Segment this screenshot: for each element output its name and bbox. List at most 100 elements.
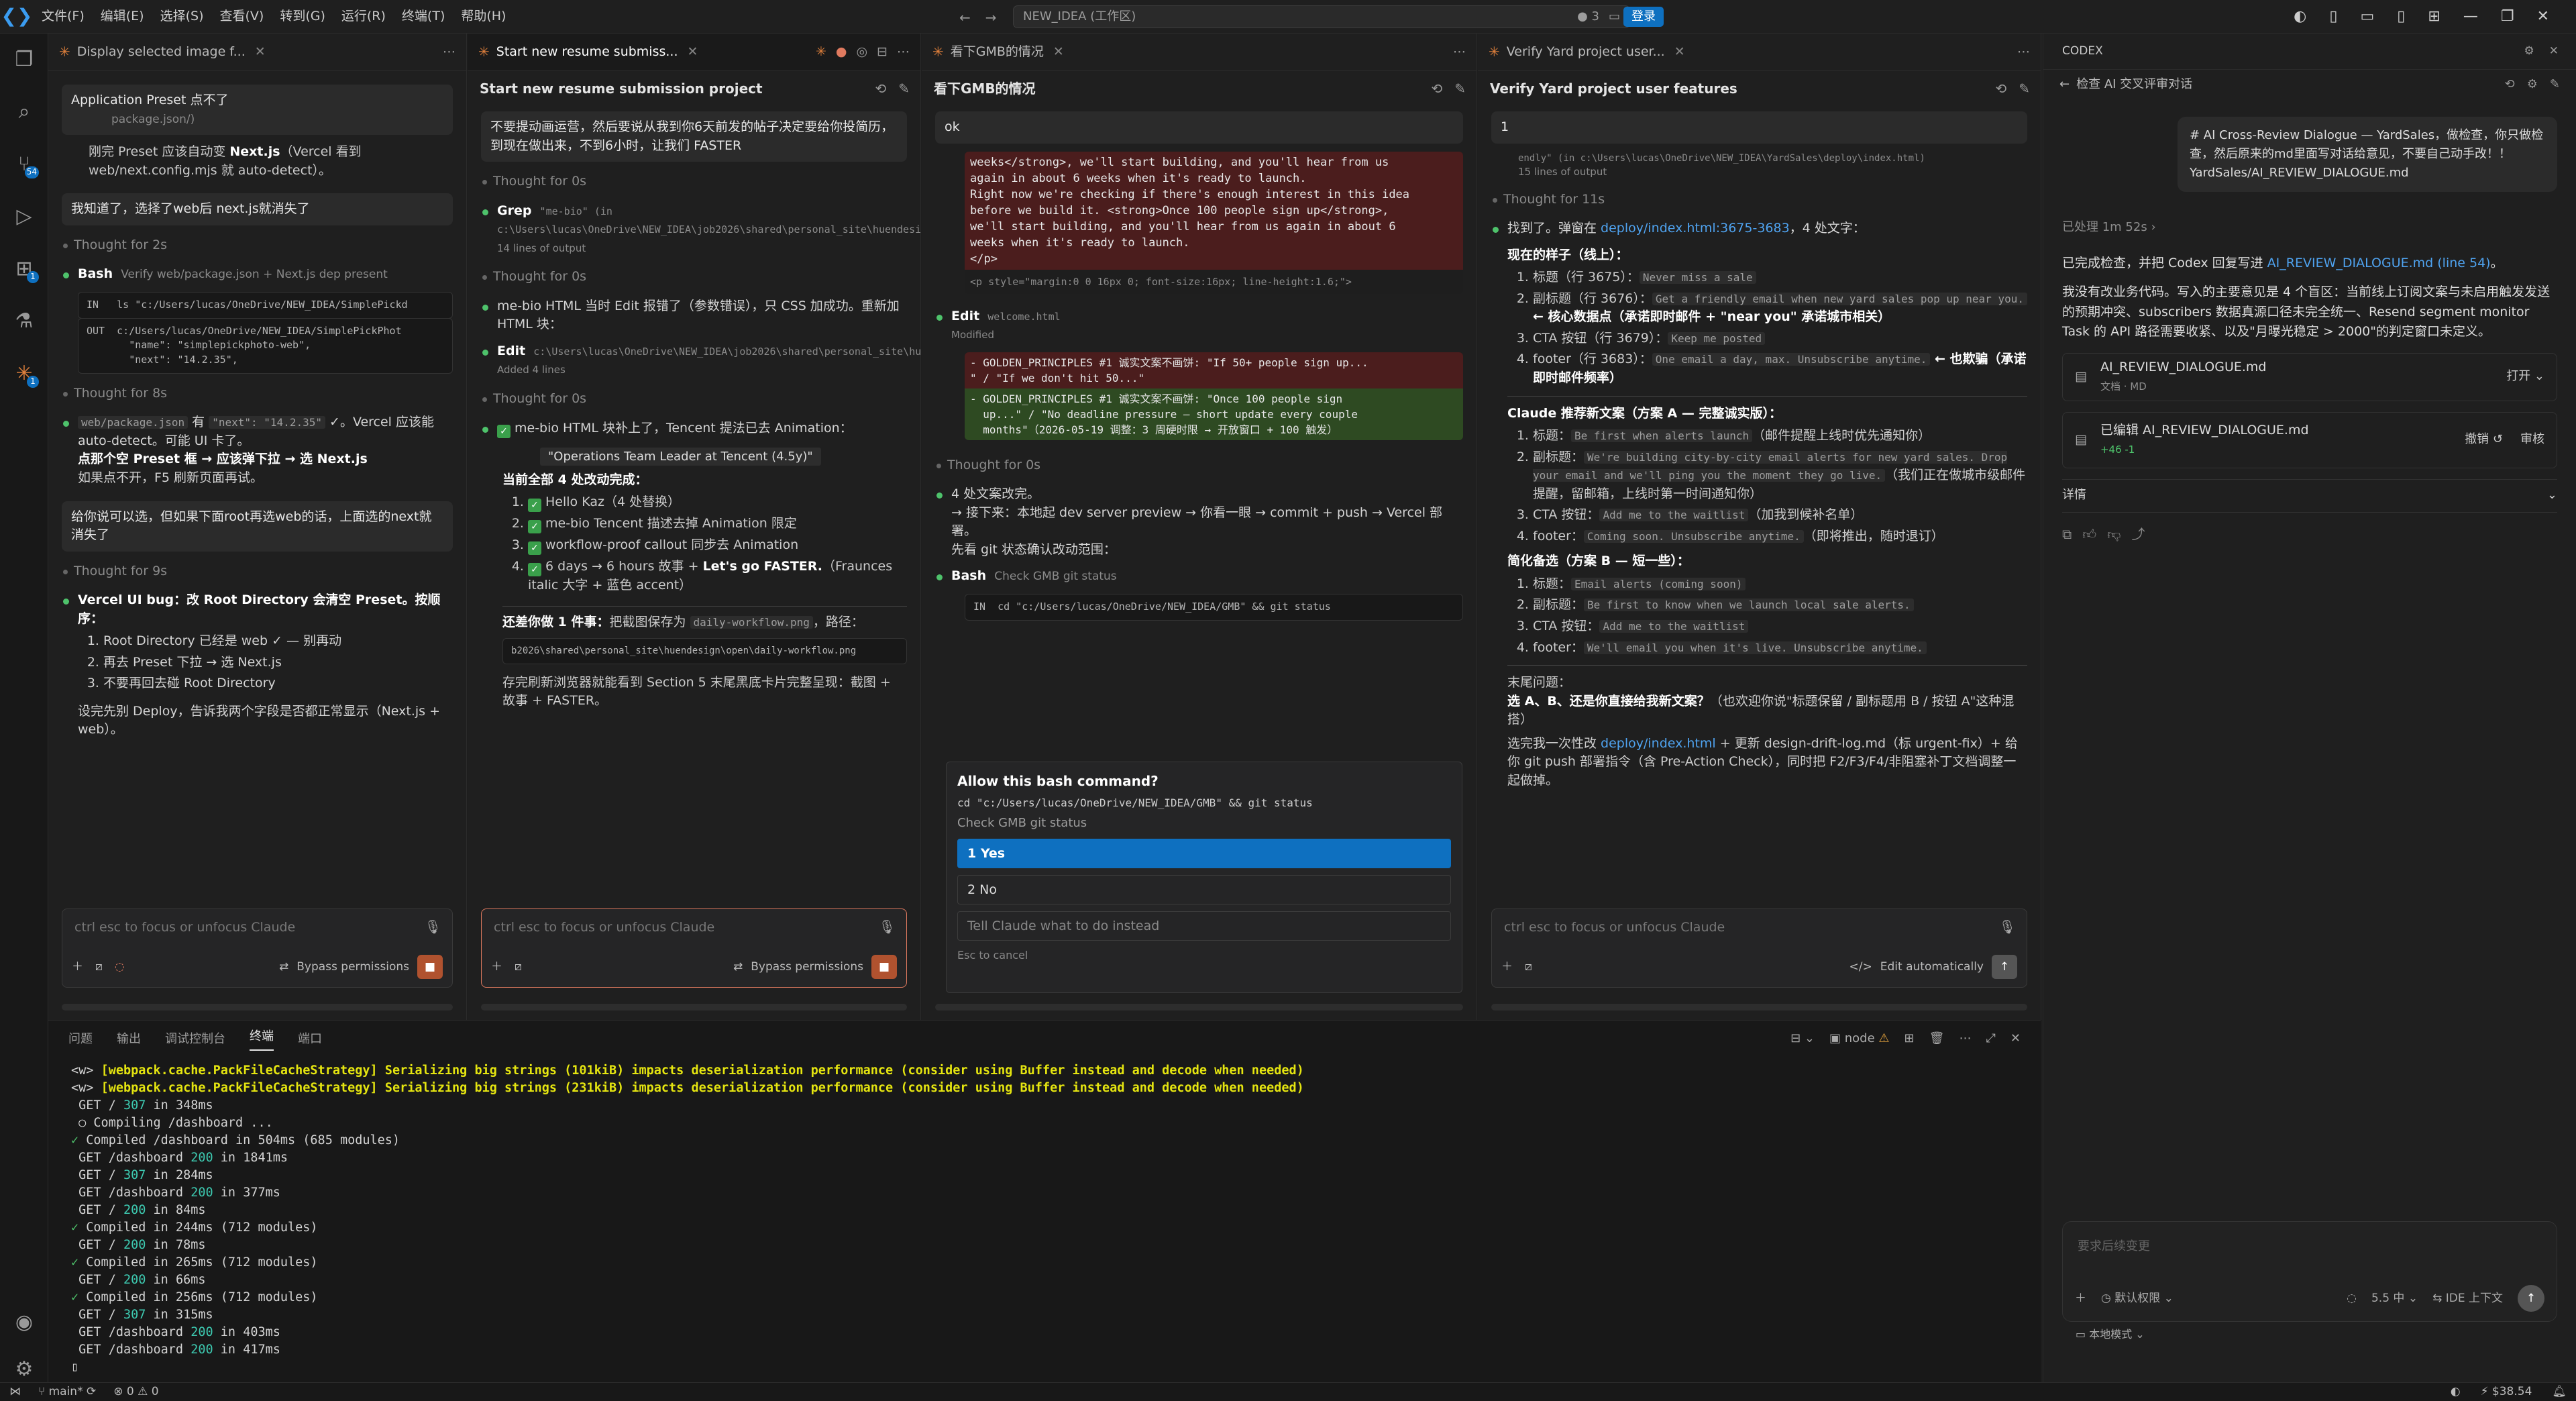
copilot-icon[interactable]: ◐ xyxy=(2294,6,2306,28)
chat-input[interactable]: ctrl esc to focus or unfocus Claude 🎙 ＋ … xyxy=(62,909,453,988)
tab-debug-console[interactable]: 调试控制台 xyxy=(165,1031,225,1048)
thought-indicator[interactable]: Thought for 8s xyxy=(63,384,453,403)
grep-step[interactable]: Grep "me-bio" (in c:\Users\lucas\OneDriv… xyxy=(481,202,920,258)
history-icon[interactable]: ⟲ xyxy=(875,79,886,99)
claude-icon[interactable]: ✳ xyxy=(816,43,826,62)
tab-display-image[interactable]: ✳ Display selected image f... ✕ ⋯ xyxy=(48,34,466,71)
menu-help[interactable]: 帮助(H) xyxy=(453,7,514,26)
microphone-icon[interactable]: 🎙 xyxy=(425,917,441,937)
globe-icon[interactable]: ◎ xyxy=(856,43,867,62)
stop-button[interactable]: ■ xyxy=(871,955,897,979)
edit-automatically-label[interactable]: Edit automatically xyxy=(1880,959,1984,976)
tab-terminal[interactable]: 终端 xyxy=(250,1028,274,1051)
bypass-permissions-label[interactable]: Bypass permissions xyxy=(751,959,863,976)
new-chat-icon[interactable]: ✎ xyxy=(898,79,910,99)
chat-icon[interactable]: ▭ xyxy=(1609,8,1620,25)
share-icon[interactable]: ⤴ xyxy=(2132,525,2145,544)
history-icon[interactable]: ⟲ xyxy=(1431,79,1442,99)
horizontal-scrollbar[interactable] xyxy=(1491,1004,2027,1010)
thought-indicator[interactable]: Thought for 0s xyxy=(482,268,907,287)
ide-context-toggle[interactable]: ⇆ IDE 上下文 xyxy=(2432,1290,2503,1307)
horizontal-scrollbar[interactable] xyxy=(481,1004,907,1010)
login-button[interactable]: 登录 xyxy=(1623,7,1664,27)
close-tab-icon[interactable]: ✕ xyxy=(1674,43,1685,62)
thought-indicator[interactable]: Thought for 0s xyxy=(482,172,907,191)
menu-selection[interactable]: 选择(S) xyxy=(152,7,212,26)
toggle-sidebar-icon[interactable]: ▯ xyxy=(2329,6,2337,28)
branch-indicator[interactable]: ⑂ main* ⟳ xyxy=(38,1384,96,1400)
more-actions-icon[interactable]: ⋯ xyxy=(2017,43,2030,62)
history-icon[interactable]: ⟲ xyxy=(1995,79,2006,99)
close-panel-icon[interactable]: ✕ xyxy=(2010,1030,2021,1047)
split-icon[interactable]: ⊞ xyxy=(1904,1030,1915,1047)
cost-indicator[interactable]: ⚡ $38.54 xyxy=(2481,1384,2532,1400)
split-terminal-icon[interactable]: ⊟ ⌄ xyxy=(1790,1030,1815,1047)
file-link[interactable]: deploy/index.html:3675-3683 xyxy=(1601,221,1790,236)
edited-file-card[interactable]: ▤ 已编辑 AI_REVIEW_DIALOGUE.md +46 -1 撤销 ↺ 审… xyxy=(2062,411,2557,468)
codex-input[interactable]: 要求后续变更 ＋ ◷ 默认权限 ⌄ ◌ 5.5 中 ⌄ ⇆ IDE 上下文 ↑ xyxy=(2062,1221,2557,1322)
toggle-secondary-sidebar-icon[interactable]: ▯ xyxy=(2397,6,2405,28)
claude-icon[interactable]: ✳ 1 xyxy=(0,348,48,400)
layout-icon[interactable]: ⊞ xyxy=(2428,6,2440,28)
model-dropdown[interactable]: 5.5 中 ⌄ xyxy=(2371,1290,2418,1307)
add-icon[interactable]: ＋ xyxy=(72,959,83,976)
more-icon[interactable]: ⋯ xyxy=(1960,1030,1972,1047)
chat-input[interactable]: ctrl esc to focus or unfocus Claude 🎙 ＋ … xyxy=(1491,909,2027,988)
copilot-status-icon[interactable]: ◐ xyxy=(2451,1384,2461,1400)
settings-icon[interactable]: ⚙ xyxy=(2527,76,2538,93)
close-window-icon[interactable]: ✕ xyxy=(2537,6,2549,28)
file-link[interactable]: deploy/index.html xyxy=(1601,736,1716,751)
thought-indicator[interactable]: Thought for 11s xyxy=(1493,191,2027,209)
permission-dropdown[interactable]: ◷ 默认权限 ⌄ xyxy=(2101,1290,2174,1307)
option-yes[interactable]: 1 Yes xyxy=(957,839,1451,869)
add-icon[interactable]: ＋ xyxy=(1501,959,1513,976)
bypass-permissions-label[interactable]: Bypass permissions xyxy=(297,959,409,976)
slash-command-icon[interactable]: ⧄ xyxy=(515,959,522,976)
option-no[interactable]: 2 No xyxy=(957,875,1451,905)
menu-run[interactable]: 运行(R) xyxy=(333,7,394,26)
tab-problems[interactable]: 问题 xyxy=(68,1031,93,1048)
back-arrow-icon[interactable]: ← xyxy=(959,8,971,28)
thought-indicator[interactable]: Thought for 2s xyxy=(63,236,453,255)
processed-time[interactable]: 已处理 1m 52s › xyxy=(2062,219,2557,236)
instruct-input[interactable]: Tell Claude what to do instead xyxy=(957,911,1451,941)
maximize-panel-icon[interactable]: ⤢ xyxy=(1986,1030,1996,1047)
open-button[interactable]: 打开 ⌄ xyxy=(2506,368,2544,385)
add-icon[interactable]: ＋ xyxy=(491,959,502,976)
menu-edit[interactable]: 编辑(E) xyxy=(93,7,152,26)
thought-indicator[interactable]: Thought for 9s xyxy=(63,562,453,581)
copy-icon[interactable]: ⧉ xyxy=(2062,525,2072,544)
explorer-icon[interactable]: ❐ xyxy=(0,34,48,86)
menu-terminal[interactable]: 终端(T) xyxy=(394,7,453,26)
toggle-panel-icon[interactable]: ▭ xyxy=(2360,6,2374,28)
trash-icon[interactable]: 🗑 xyxy=(1929,1030,1945,1047)
split-editor-icon[interactable]: ⊟ xyxy=(877,43,888,62)
edit-step[interactable]: Edit welcome.html Modified xyxy=(935,307,1463,344)
review-button[interactable]: 审核 xyxy=(2520,431,2544,448)
new-chat-icon[interactable]: ✎ xyxy=(2019,79,2030,99)
bell-icon[interactable]: 🔔︎ xyxy=(2552,1384,2567,1400)
slash-command-icon[interactable]: ⧄ xyxy=(1525,959,1532,976)
send-button[interactable]: ↑ xyxy=(1992,955,2017,979)
more-actions-icon[interactable]: ⋯ xyxy=(443,43,455,62)
run-debug-icon[interactable]: ▷ xyxy=(0,191,48,243)
add-icon[interactable]: ＋ xyxy=(2075,1290,2086,1307)
thumbs-down-icon[interactable]: 👎︎ xyxy=(2107,525,2121,544)
record-icon[interactable]: ● xyxy=(836,43,847,62)
minimize-icon[interactable]: — xyxy=(2463,6,2478,28)
thumbs-up-icon[interactable]: 👍︎ xyxy=(2082,525,2096,544)
terminal-output[interactable]: <w> [webpack.cache.PackFileCacheStrategy… xyxy=(48,1058,2041,1380)
chat-input[interactable]: ctrl esc to focus or unfocus Claude 🎙 ＋ … xyxy=(481,909,907,988)
menu-view[interactable]: 查看(V) xyxy=(212,7,272,26)
command-center[interactable]: NEW_IDEA (工作区) ● 3 ▭ xyxy=(1013,5,1630,28)
horizontal-scrollbar[interactable] xyxy=(62,1004,453,1010)
horizontal-scrollbar[interactable] xyxy=(935,1004,1463,1010)
microphone-icon[interactable]: 🎙 xyxy=(1999,917,2016,937)
search-icon[interactable]: ⌕ xyxy=(0,86,48,138)
more-actions-icon[interactable]: ⋯ xyxy=(897,43,910,62)
send-button[interactable]: ↑ xyxy=(2518,1285,2544,1312)
maximize-icon[interactable]: ❐ xyxy=(2501,6,2514,28)
close-tab-icon[interactable]: ✕ xyxy=(1053,43,1064,62)
slash-command-icon[interactable]: ⧄ xyxy=(95,959,103,976)
new-chat-icon[interactable]: ✎ xyxy=(1454,79,1466,99)
